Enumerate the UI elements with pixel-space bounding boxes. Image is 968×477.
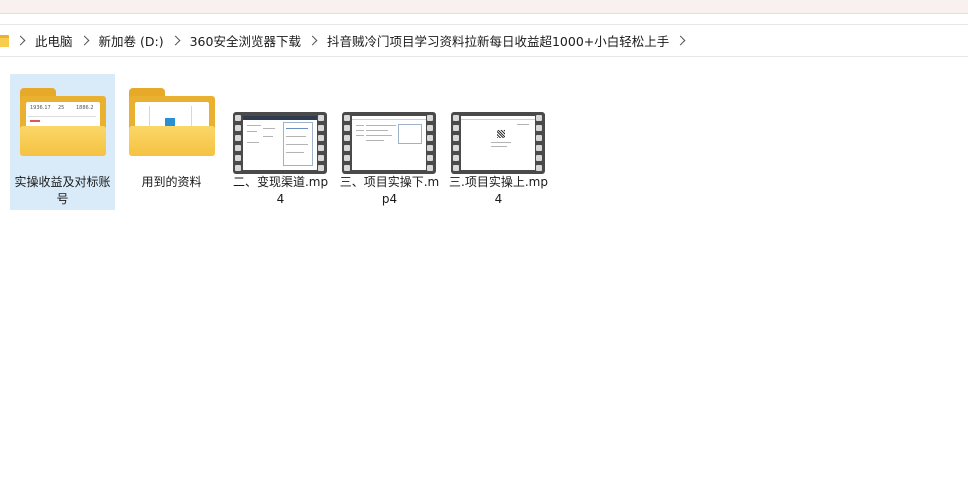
file-item-video[interactable]: 二、变现渠道.mp4 <box>228 74 333 210</box>
folder-icon <box>0 34 9 47</box>
chevron-right-icon[interactable] <box>15 35 26 46</box>
file-item-folder[interactable]: 用到的资料 <box>119 74 224 210</box>
breadcrumb-drive-d[interactable]: 新加卷 (D:) <box>99 29 164 52</box>
file-name: 用到的资料 <box>141 175 202 189</box>
address-bar[interactable]: 此电脑 新加卷 (D:) 360安全浏览器下载 抖音贼冷门项目学习资料拉新每日收… <box>0 24 968 57</box>
preview-stat: 1886.2 <box>76 105 94 111</box>
file-item-video[interactable]: 三、项目实操下.mp4 <box>337 74 442 210</box>
file-name: 二、变现渠道.mp4 <box>232 175 329 206</box>
folder-icon: 1936.17 25 1886.2 <box>20 88 106 156</box>
file-name: 三.项目实操上.mp4 <box>449 175 548 206</box>
chevron-right-icon[interactable] <box>307 35 318 46</box>
chevron-right-icon[interactable] <box>170 35 181 46</box>
preview-stat: 1936.17 <box>30 105 51 111</box>
folder-icon <box>129 88 215 156</box>
breadcrumb-this-pc[interactable]: 此电脑 <box>35 29 73 52</box>
window-top-strip <box>0 0 968 14</box>
file-name: 三、项目实操下.mp4 <box>339 175 440 206</box>
file-item-video[interactable]: 三.项目实操上.mp4 <box>446 74 551 210</box>
breadcrumb-current-folder[interactable]: 抖音贼冷门项目学习资料拉新每日收益超1000+小白轻松上手 <box>327 29 669 52</box>
chevron-right-icon[interactable] <box>79 35 89 46</box>
breadcrumb-downloads[interactable]: 360安全浏览器下载 <box>190 29 301 52</box>
file-name: 实操收益及对标账号 <box>14 175 111 206</box>
preview-stat: 25 <box>58 105 65 111</box>
chevron-right-icon[interactable] <box>675 35 686 46</box>
video-thumbnail-icon <box>342 112 436 174</box>
video-thumbnail-icon <box>451 112 545 174</box>
video-thumbnail-icon <box>233 112 327 174</box>
file-item-folder[interactable]: 1936.17 25 1886.2 实操收益及对标账号 <box>10 74 115 210</box>
